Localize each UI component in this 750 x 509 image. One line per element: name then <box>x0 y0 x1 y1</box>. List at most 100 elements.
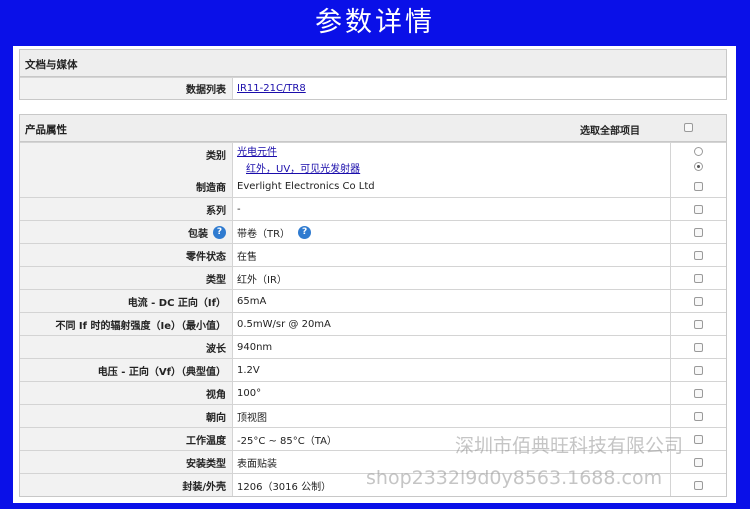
category-value: 光电元件 红外，UV，可见光发射器 <box>233 143 671 175</box>
docs-header: 文档与媒体 <box>20 50 726 77</box>
attribute-label-text: 电流 - DC 正向（If） <box>127 297 226 309</box>
attribute-label: 零件状态 <box>20 244 233 266</box>
attribute-label-text: 安装类型 <box>186 458 226 470</box>
attributes-header: 产品属性 选取全部项目 <box>20 115 726 142</box>
attribute-select <box>671 267 726 289</box>
attribute-label-text: 封装/外壳 <box>182 481 226 493</box>
attribute-label-text: 零件状态 <box>186 251 226 263</box>
attribute-checkbox[interactable] <box>694 434 703 444</box>
attribute-label: 电压 - 正向（Vf）（典型值） <box>20 359 233 381</box>
attribute-label: 包装? <box>20 221 233 243</box>
attribute-value-text: 顶视图 <box>237 412 267 424</box>
attribute-select <box>671 382 726 404</box>
attribute-checkbox[interactable] <box>694 181 703 191</box>
attribute-value: 在售 <box>233 244 671 266</box>
attribute-label: 电流 - DC 正向（If） <box>20 290 233 312</box>
attribute-label-text: 包装 <box>188 228 208 240</box>
attribute-label-text: 类型 <box>206 274 226 286</box>
datasheet-link[interactable]: IR11-21C/TR8 <box>237 83 306 94</box>
attribute-row: 类型 红外（IR） <box>20 266 726 289</box>
attribute-checkbox[interactable] <box>694 365 703 375</box>
attribute-value-text: 在售 <box>237 251 257 263</box>
page-title: 参数详情 <box>315 7 435 38</box>
attribute-value-text: - <box>237 203 241 215</box>
attribute-checkbox[interactable] <box>694 319 703 329</box>
attribute-select <box>671 474 726 496</box>
attribute-row: 系列 - <box>20 197 726 220</box>
attribute-row: 包装? 带卷（TR）? <box>20 220 726 243</box>
attribute-label: 封装/外壳 <box>20 474 233 496</box>
datasheet-row: 数据列表 IR11-21C/TR8 <box>20 77 726 99</box>
select-all-label: 选取全部项目 <box>580 126 640 137</box>
attribute-value: 1.2V <box>233 359 671 381</box>
attributes-title: 产品属性 <box>25 124 67 136</box>
attribute-value: Everlight Electronics Co Ltd <box>233 175 671 197</box>
attribute-row: 视角 100° <box>20 381 726 404</box>
attribute-label-text: 系列 <box>206 205 226 217</box>
category-link-optoelectronics[interactable]: 光电元件 <box>237 143 277 158</box>
attribute-row: 制造商 Everlight Electronics Co Ltd <box>20 175 726 197</box>
category-link-emitters[interactable]: 红外，UV，可见光发射器 <box>246 160 360 175</box>
attribute-value-text: 1206（3016 公制） <box>237 481 332 493</box>
watermark-shop: shop2332l9d0y8563.1688.com <box>366 467 663 489</box>
attribute-row: 波长 940nm <box>20 335 726 358</box>
docs-section: 文档与媒体 数据列表 IR11-21C/TR8 <box>19 49 727 100</box>
attribute-select <box>671 336 726 358</box>
attribute-label: 工作温度 <box>20 428 233 450</box>
attribute-checkbox[interactable] <box>694 388 703 398</box>
attribute-label: 制造商 <box>20 175 233 197</box>
attribute-checkbox[interactable] <box>694 296 703 306</box>
attribute-label-text: 制造商 <box>196 182 226 194</box>
attribute-value: - <box>233 198 671 220</box>
attribute-row: 电压 - 正向（Vf）（典型值） 1.2V <box>20 358 726 381</box>
datasheet-value: IR11-21C/TR8 <box>233 78 726 99</box>
attribute-select <box>671 244 726 266</box>
attribute-checkbox[interactable] <box>694 457 703 467</box>
attribute-checkbox[interactable] <box>694 204 703 214</box>
attribute-select <box>671 175 726 197</box>
category-radio-2[interactable] <box>694 162 703 171</box>
attribute-value: 65mA <box>233 290 671 312</box>
category-row: 类别 光电元件 红外，UV，可见光发射器 <box>20 142 726 175</box>
attribute-row: 不同 If 时的辐射强度（Ie）（最小值） 0.5mW/sr @ 20mA <box>20 312 726 335</box>
attribute-label-text: 工作温度 <box>186 435 226 447</box>
attribute-value-text: 940nm <box>237 341 273 353</box>
attribute-checkbox[interactable] <box>694 250 703 260</box>
help-icon[interactable]: ? <box>213 225 226 239</box>
attribute-select <box>671 290 726 312</box>
attribute-value-text: 0.5mW/sr @ 20mA <box>237 318 331 330</box>
attribute-checkbox[interactable] <box>694 273 703 283</box>
attribute-value: 940nm <box>233 336 671 358</box>
attribute-checkbox[interactable] <box>694 411 703 421</box>
attribute-value-text: 红外（IR） <box>237 274 287 286</box>
attribute-value: 带卷（TR）? <box>233 221 671 243</box>
category-label: 类别 <box>20 143 233 175</box>
attribute-value-text: 65mA <box>237 295 267 307</box>
attribute-checkbox[interactable] <box>694 480 703 490</box>
attribute-value: 红外（IR） <box>233 267 671 289</box>
attribute-label: 朝向 <box>20 405 233 427</box>
select-all-checkbox[interactable] <box>684 123 693 132</box>
attribute-select <box>671 359 726 381</box>
attribute-value-text: 带卷（TR） <box>237 228 291 240</box>
attribute-value-text: 表面贴装 <box>237 458 277 470</box>
attribute-checkbox[interactable] <box>694 342 703 352</box>
attribute-checkbox[interactable] <box>694 227 703 237</box>
attribute-label: 安装类型 <box>20 451 233 473</box>
category-select <box>671 143 726 175</box>
attribute-label: 不同 If 时的辐射强度（Ie）（最小值） <box>20 313 233 335</box>
attribute-value-text: 1.2V <box>237 364 260 376</box>
attribute-label: 视角 <box>20 382 233 404</box>
attribute-label: 波长 <box>20 336 233 358</box>
attribute-row: 电流 - DC 正向（If） 65mA <box>20 289 726 312</box>
attribute-label-text: 朝向 <box>206 412 226 424</box>
category-radio-1[interactable] <box>694 147 703 156</box>
attribute-value: 100° <box>233 382 671 404</box>
watermark-company: 深圳市佰典旺科技有限公司 <box>455 435 684 457</box>
help-icon[interactable]: ? <box>298 225 312 239</box>
attribute-label-text: 电压 - 正向（Vf）（典型值） <box>97 366 226 378</box>
docs-title: 文档与媒体 <box>25 59 78 71</box>
attribute-value: 0.5mW/sr @ 20mA <box>233 313 671 335</box>
attribute-value-text: Everlight Electronics Co Ltd <box>237 180 375 192</box>
attribute-select <box>671 198 726 220</box>
